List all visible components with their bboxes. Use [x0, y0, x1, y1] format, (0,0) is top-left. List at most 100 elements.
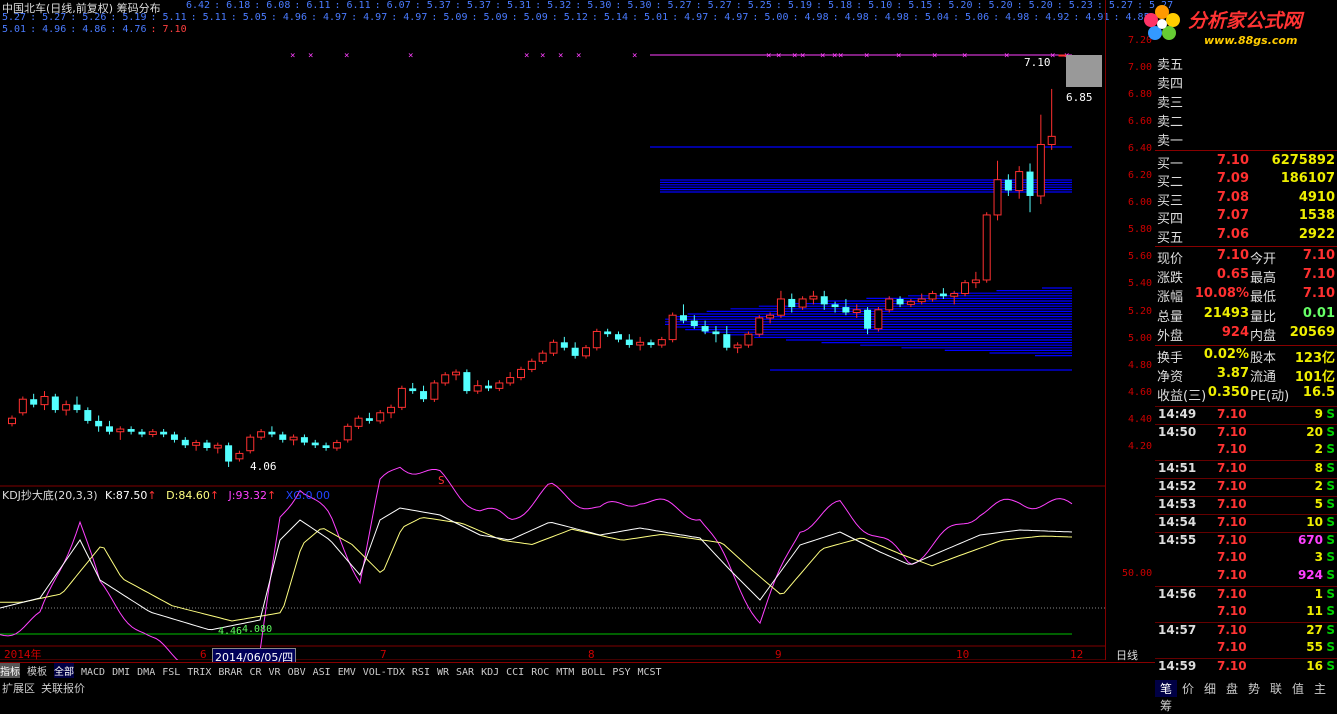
sidebar-tab[interactable]: 主 [1309, 680, 1331, 697]
indicator-指标[interactable]: 指标 [0, 663, 20, 678]
candle [1026, 163, 1034, 213]
tick-price: 7.10 [1217, 497, 1247, 511]
indicator-cci[interactable]: CCI [506, 667, 524, 678]
x-tick: 8 [588, 648, 595, 660]
tick-row: 14:56 7.10 1 S [1155, 586, 1337, 605]
indicator-sar[interactable]: SAR [456, 667, 474, 678]
tick-list[interactable]: 14:49 7.10 9 S 14:50 7.10 20 S 7.10 2 S 14:51 7.10 8 S… [1155, 406, 1337, 680]
candle [30, 393, 38, 408]
stat-value-2: 123亿 [1294, 351, 1335, 366]
tick-time: 14:57 [1158, 623, 1197, 637]
divider [1155, 345, 1337, 346]
candle [527, 358, 536, 373]
candle [181, 437, 189, 448]
logo-text: 分析家公式网 [1188, 10, 1303, 32]
tick-side: S [1326, 461, 1335, 475]
indicator-mtm[interactable]: MTM [556, 667, 574, 678]
indicator-vol-tdx[interactable]: VOL-TDX [363, 667, 405, 678]
bid-row: 买一 7.10 6275892 [1155, 153, 1337, 172]
sidebar-tabs: 笔价细盘势联值主筹 [1155, 680, 1337, 713]
sidebar-tab[interactable]: 势 [1243, 680, 1265, 697]
tick-price: 7.10 [1217, 568, 1247, 582]
candle [148, 429, 157, 438]
stat-label-2: PE(动) [1250, 389, 1290, 405]
candle [441, 372, 450, 386]
sidebar-tab[interactable]: 联 [1265, 680, 1287, 697]
tick-side: S [1326, 623, 1335, 637]
kdj-j-label: J: [228, 489, 236, 502]
tick-price: 7.10 [1217, 533, 1247, 547]
stat-value-2: 16.5 [1302, 385, 1335, 401]
stat-label: 净资 [1157, 370, 1184, 386]
candle [409, 382, 417, 394]
bid-row: 买二 7.09 186107 [1155, 171, 1337, 190]
indicator-boll[interactable]: BOLL [581, 667, 605, 678]
bottom-tab[interactable]: 关联报价 [41, 682, 85, 695]
tick-row: 7.10 3 S [1155, 550, 1337, 568]
candle [1036, 114, 1045, 205]
tick-side: S [1326, 640, 1335, 654]
indicator-trix[interactable]: TRIX [187, 667, 211, 678]
candle [40, 391, 49, 411]
stat-value: 10.08% [1194, 286, 1249, 302]
chart-canvas: ×××××××××××××××××××××××7.106.854.06S4.46… [0, 51, 1105, 660]
candle [798, 296, 807, 310]
indicator-obv[interactable]: OBV [288, 667, 306, 678]
indicator-mcst[interactable]: MCST [637, 667, 661, 678]
tick-volume: 16 [1306, 659, 1323, 673]
stat-label-2: 最高 [1250, 271, 1277, 287]
indicator-psy[interactable]: PSY [612, 667, 630, 678]
candle [62, 400, 71, 416]
tick-volume: 11 [1306, 604, 1323, 618]
x-tick: 9 [775, 648, 782, 660]
candle [712, 326, 720, 343]
ask-label: 卖四 [1157, 77, 1184, 92]
indicator-cr[interactable]: CR [249, 667, 261, 678]
indicator-vr[interactable]: VR [269, 667, 281, 678]
kdj-j-value: 93.32 [235, 489, 268, 502]
candle [51, 393, 59, 413]
indicator-dma[interactable]: DMA [137, 667, 155, 678]
indicator-全部[interactable]: 全部 [54, 663, 74, 678]
stat-label-2: 量比 [1250, 309, 1277, 325]
indicator-asi[interactable]: ASI [313, 667, 331, 678]
x-marker: × [344, 51, 349, 61]
sidebar-tab[interactable]: 细 [1199, 680, 1221, 697]
sidebar-tab[interactable]: 值 [1287, 680, 1309, 697]
sidebar-tab[interactable]: 筹 [1155, 697, 1177, 714]
indicator-rsi[interactable]: RSI [412, 667, 430, 678]
indicator-模板[interactable]: 模板 [27, 663, 47, 678]
price-tick: 4.60 [1128, 386, 1153, 398]
indicator-fsl[interactable]: FSL [162, 667, 180, 678]
indicator-wr[interactable]: WR [437, 667, 449, 678]
sidebar-tab[interactable]: 笔 [1155, 680, 1177, 697]
stat-label-2: 今开 [1250, 252, 1277, 267]
candle [982, 212, 991, 283]
candle [95, 415, 103, 432]
candle [885, 296, 894, 313]
tick-time: 14:54 [1158, 515, 1197, 529]
indicator-dmi[interactable]: DMI [112, 667, 130, 678]
bottom-tab[interactable]: 扩展区 [2, 682, 35, 695]
kdj-k-label: K: [105, 489, 116, 502]
indicator-roc[interactable]: ROC [531, 667, 549, 678]
sidebar-tab[interactable]: 盘 [1221, 680, 1243, 697]
candle [289, 434, 298, 446]
candle [961, 279, 970, 297]
tick-row: 7.10 11 S [1155, 604, 1337, 622]
sidebar-tab[interactable]: 价 [1177, 680, 1199, 697]
candlestick-chart[interactable]: 中国北车(日线,前复权) 筹码分布 6.42: 6.18: 6.08: 6.11… [0, 0, 1173, 666]
indicator-kdj[interactable]: KDJ [481, 667, 499, 678]
indicator-emv[interactable]: EMV [338, 667, 356, 678]
indicator-macd[interactable]: MACD [81, 667, 105, 678]
indicator-brar[interactable]: BRAR [218, 667, 242, 678]
kdj-level-tick: 50.00 [1122, 568, 1153, 579]
period-label[interactable]: 日线 [1116, 647, 1138, 663]
stat-label: 涨跌 [1157, 271, 1184, 287]
candle [420, 385, 428, 402]
x-tick: 7 [380, 648, 387, 660]
candle [939, 288, 947, 299]
stat-row: 外盘 924 内盘 20569 [1155, 325, 1337, 344]
candle [1058, 54, 1067, 57]
tick-side: S [1326, 659, 1335, 673]
